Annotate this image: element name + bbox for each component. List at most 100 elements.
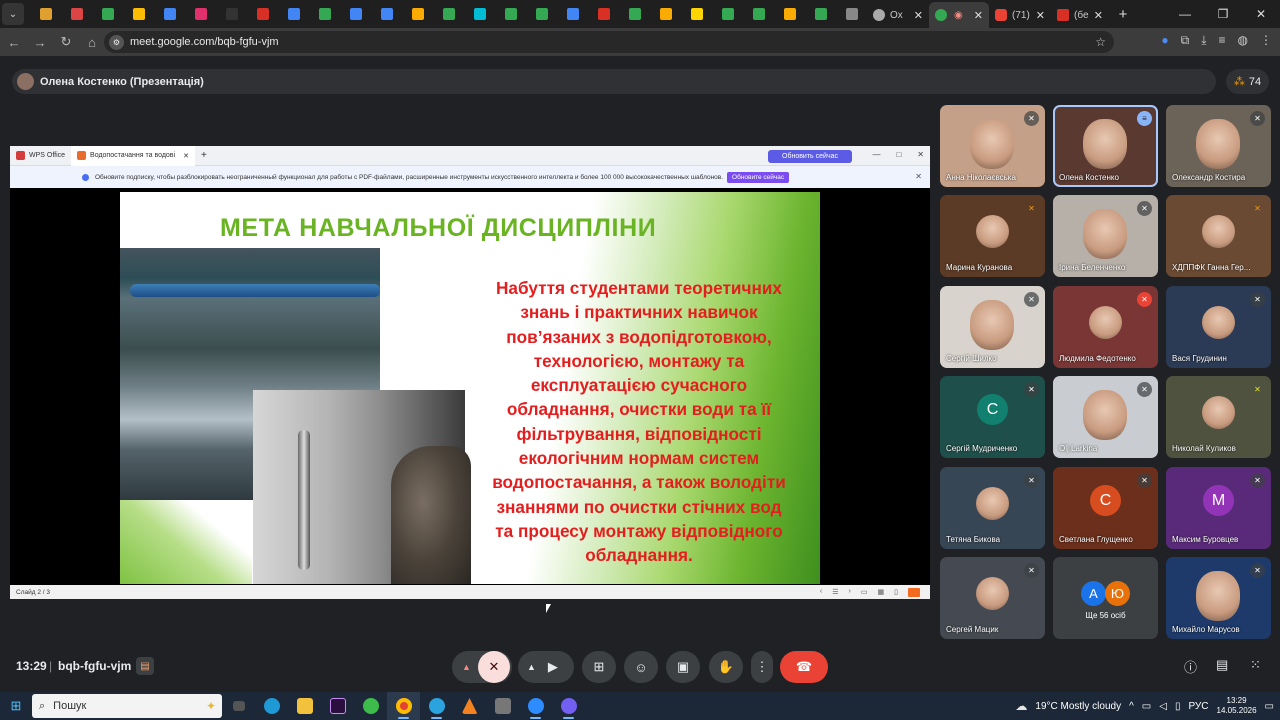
participant-tile[interactable]: ✕ ХДППФК Ганна Гер... xyxy=(1166,195,1271,277)
captions-button[interactable]: ▣ xyxy=(666,651,700,683)
participant-tile[interactable]: ✕ Olj Larkina xyxy=(1053,376,1158,458)
close-tab-icon[interactable]: ✕ xyxy=(1036,9,1045,22)
close-doc-icon[interactable]: ✕ xyxy=(183,152,189,160)
wps-home-tab[interactable]: WPS Office xyxy=(10,146,71,166)
pinned-tab[interactable] xyxy=(650,0,681,28)
pinned-tab[interactable] xyxy=(30,0,61,28)
pinned-tab[interactable] xyxy=(681,0,712,28)
present-button[interactable]: ⊞ xyxy=(582,651,616,683)
forward-icon[interactable]: → xyxy=(28,35,52,50)
restore-icon[interactable]: □ xyxy=(896,150,901,159)
participant-tile[interactable]: С ✕ Сергій Мудриченко xyxy=(940,376,1045,458)
minimize-icon[interactable]: — xyxy=(1166,7,1204,21)
tab-search-icon[interactable]: ⌄ xyxy=(2,3,24,25)
extensions-puzzle-icon[interactable]: ⧉ xyxy=(1181,33,1190,48)
document-icon[interactable]: ▤ xyxy=(136,657,154,675)
chrome-icon[interactable] xyxy=(387,692,420,720)
task-view-icon[interactable] xyxy=(222,692,255,720)
pinned-tab[interactable] xyxy=(495,0,526,28)
notice-update-button[interactable]: Обновите сейчас xyxy=(727,171,790,183)
pinned-tab[interactable] xyxy=(774,0,805,28)
pinned-tab[interactable] xyxy=(278,0,309,28)
pinned-tab[interactable] xyxy=(526,0,557,28)
participant-tile[interactable]: ✕ Сергій Шилко xyxy=(940,286,1045,368)
browser-tab-active[interactable]: ◉ ✕ xyxy=(929,2,989,28)
pinned-tab[interactable] xyxy=(402,0,433,28)
minimize-icon[interactable]: — xyxy=(872,150,880,159)
participant-tile[interactable]: ✕ Тетяна Бикова xyxy=(940,467,1045,549)
participant-tile[interactable]: ✕ Олександр Костира xyxy=(1166,105,1271,187)
normal-view-icon[interactable]: ▭ xyxy=(861,588,868,597)
browser-tab[interactable]: (бе ✕ xyxy=(1051,2,1109,28)
new-tab-button[interactable]: + xyxy=(1109,6,1137,23)
taskbar-search[interactable]: ⌕ Пошук ✦ xyxy=(32,694,222,718)
info-icon[interactable]: ⓘ xyxy=(1184,657,1197,676)
notifications-icon[interactable]: ▭ xyxy=(1265,701,1274,712)
app-icon[interactable] xyxy=(486,692,519,720)
pinned-tab[interactable] xyxy=(185,0,216,28)
slideshow-play-icon[interactable] xyxy=(908,587,920,597)
chevron-up-icon[interactable]: ▲ xyxy=(462,662,471,672)
chevron-up-icon[interactable]: ▲ xyxy=(527,662,536,672)
more-options-button[interactable]: ⋮ xyxy=(751,651,773,683)
close-tab-icon[interactable]: ✕ xyxy=(974,9,983,22)
reading-view-icon[interactable]: ▯ xyxy=(894,588,898,597)
participant-tile[interactable]: ✕ Михайло Марусов xyxy=(1166,557,1271,639)
update-now-button[interactable]: Обновить сейчас xyxy=(768,150,852,163)
pinned-tab[interactable] xyxy=(61,0,92,28)
network-icon[interactable]: ▭ xyxy=(1142,701,1151,712)
document-tab[interactable]: Водопостачання та водові ✕ xyxy=(71,145,195,166)
pinned-tab[interactable] xyxy=(92,0,123,28)
tray-chevron-icon[interactable]: ^ xyxy=(1129,701,1134,712)
site-info-icon[interactable]: ⚙ xyxy=(109,34,124,50)
participant-tile[interactable]: ✕ Вася Грудинин xyxy=(1166,286,1271,368)
edge-icon[interactable] xyxy=(255,692,288,720)
mic-off-button[interactable]: ✕ xyxy=(478,651,510,683)
participant-tile[interactable]: ✕ Ірина Беленченко xyxy=(1053,195,1158,277)
close-tab-icon[interactable]: ✕ xyxy=(914,9,923,22)
leave-call-button[interactable]: ☎ xyxy=(780,651,828,683)
pinned-tab[interactable] xyxy=(247,0,278,28)
notes-icon[interactable]: ☰ xyxy=(832,588,838,597)
file-explorer-icon[interactable] xyxy=(288,692,321,720)
pinned-tab[interactable] xyxy=(557,0,588,28)
pinned-tab[interactable] xyxy=(371,0,402,28)
participant-tile[interactable]: ✕ Анна Ніколаєвська xyxy=(940,105,1045,187)
battery-icon[interactable]: ▯ xyxy=(1175,701,1181,712)
participant-tile[interactable]: М ✕ Максим Буровцев xyxy=(1166,467,1271,549)
reactions-button[interactable]: ☺ xyxy=(624,651,658,683)
more-participants-tile[interactable]: А Ю Ще 56 осіб xyxy=(1053,557,1158,639)
close-notice-icon[interactable]: ✕ xyxy=(915,172,922,181)
activities-icon[interactable]: ⁙ xyxy=(1250,657,1261,673)
participant-tile[interactable]: ≡ Олена Костенко xyxy=(1053,105,1158,187)
app-icon[interactable] xyxy=(354,692,387,720)
pinned-tab[interactable] xyxy=(743,0,774,28)
download-icon[interactable]: ⤓ xyxy=(1201,33,1206,48)
omnibox[interactable]: ⚙ meet.google.com/bqb-fgfu-vjm ☆ xyxy=(104,31,1114,53)
prev-slide-icon[interactable]: ‹ xyxy=(820,588,822,597)
pinned-tab[interactable] xyxy=(712,0,743,28)
raise-hand-button[interactable]: ✋ xyxy=(709,651,743,683)
bookmark-star-icon[interactable]: ☆ xyxy=(1095,35,1106,49)
viber-icon[interactable] xyxy=(552,692,585,720)
pinned-tab[interactable] xyxy=(309,0,340,28)
browser-tab[interactable]: (71) ✕ xyxy=(989,2,1051,28)
weather-text[interactable]: 19°C Mostly cloudy xyxy=(1035,701,1121,712)
home-icon[interactable]: ⌂ xyxy=(80,35,104,50)
participants-badge[interactable]: ⁂ 74 xyxy=(1226,69,1269,94)
windows-start-icon[interactable]: ⊞ xyxy=(0,692,32,720)
media-icon[interactable]: ≡ xyxy=(1219,33,1226,48)
close-window-icon[interactable]: ✕ xyxy=(1242,7,1280,21)
pinned-tab[interactable] xyxy=(464,0,495,28)
reload-icon[interactable]: ↻ xyxy=(54,34,78,50)
participant-tile[interactable]: С ✕ Светлана Глущенко xyxy=(1053,467,1158,549)
close-tab-icon[interactable]: ✕ xyxy=(1094,9,1103,22)
chat-icon[interactable]: ▤ xyxy=(1216,657,1228,673)
language-indicator[interactable]: РУС xyxy=(1188,701,1208,712)
menu-kebab-icon[interactable]: ⋮ xyxy=(1260,33,1272,48)
participant-tile[interactable]: ✕ Сергей Мацик xyxy=(940,557,1045,639)
pinned-tab[interactable] xyxy=(216,0,247,28)
profile-avatar-icon[interactable]: ◍ xyxy=(1238,33,1248,48)
restore-icon[interactable]: ❐ xyxy=(1204,7,1242,21)
pinned-tab[interactable] xyxy=(433,0,464,28)
